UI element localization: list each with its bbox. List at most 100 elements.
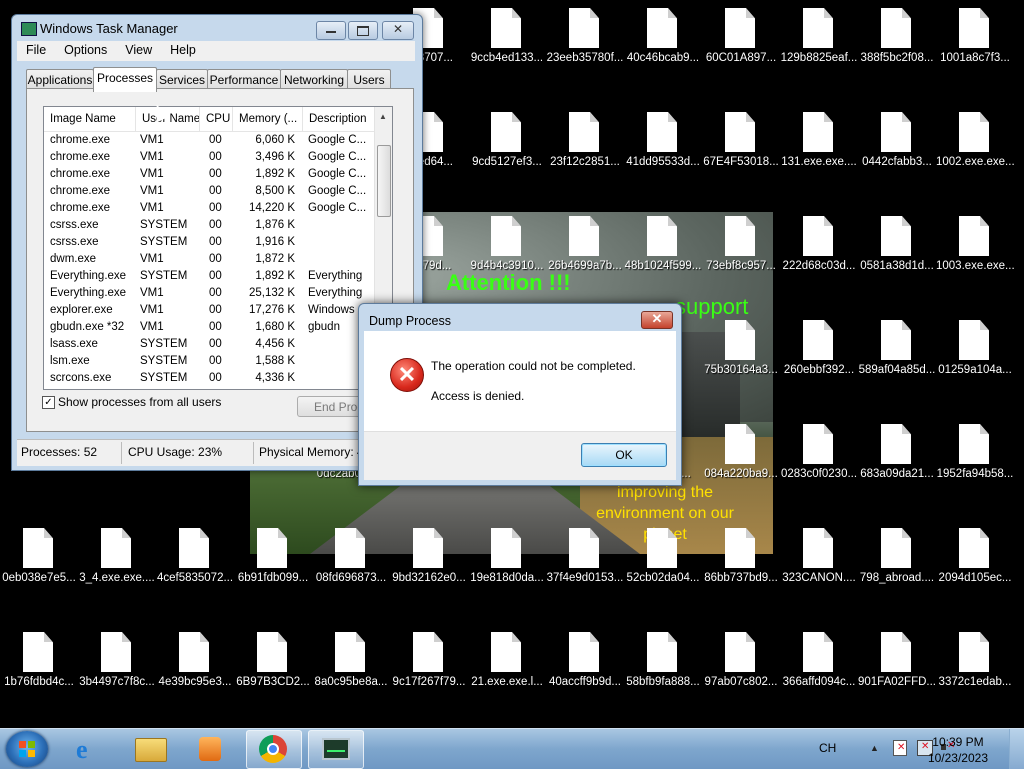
desktop-file[interactable]: 23eeb35780f... xyxy=(546,0,624,104)
dialog-close-button[interactable]: ✕ xyxy=(641,311,673,329)
scroll-up-icon[interactable]: ▲ xyxy=(379,112,387,121)
desktop-file[interactable]: 131.exe.exe.... xyxy=(780,104,858,208)
desktop-file[interactable]: 1952fa94b58... xyxy=(936,416,1014,520)
desktop-file[interactable]: 41dd95533d... xyxy=(624,104,702,208)
maximize-button[interactable] xyxy=(348,21,378,40)
desktop-file[interactable]: 6B97B3CD2... xyxy=(234,624,312,728)
desktop-file[interactable]: 4e39bc95e3... xyxy=(156,624,234,728)
menu-help[interactable]: Help xyxy=(161,41,205,57)
scrollbar-thumb[interactable] xyxy=(377,145,391,217)
process-list[interactable]: Image Name User Name CPU Memory (... Des… xyxy=(43,106,393,390)
desktop-file[interactable]: 86bb737bd9... xyxy=(702,520,780,624)
desktop-file[interactable]: 129b8825eaf... xyxy=(780,0,858,104)
menu-file[interactable]: File xyxy=(17,41,55,57)
desktop-file[interactable]: 9ccb4ed133... xyxy=(468,0,546,104)
desktop-file[interactable]: 21.exe.exe.l... xyxy=(468,624,546,728)
column-description[interactable]: Description xyxy=(303,107,380,131)
desktop-file[interactable]: 9d4b4c3910... xyxy=(468,208,546,312)
desktop-file[interactable]: 3_4.exe.exe.... xyxy=(78,520,156,624)
desktop-file[interactable]: 19e818d0da... xyxy=(468,520,546,624)
desktop-file[interactable]: 0581a38d1d... xyxy=(858,208,936,312)
desktop-file[interactable]: 260ebbf392... xyxy=(780,312,858,416)
show-hidden-icons[interactable]: ▲ xyxy=(870,743,879,753)
clock[interactable]: 10:39 PM 10/23/2023 xyxy=(928,734,988,766)
table-row[interactable]: csrss.exe SYSTEM 00 1,916 K xyxy=(44,234,380,251)
desktop-file[interactable]: 0283c0f0230... xyxy=(780,416,858,520)
table-row[interactable]: lsass.exe SYSTEM 00 4,456 K xyxy=(44,336,380,353)
desktop-file[interactable]: 08fd696873... xyxy=(312,520,390,624)
desktop-file[interactable]: 1b76fdbd4c... xyxy=(0,624,78,728)
desktop-file[interactable]: 40accff9b9d... xyxy=(546,624,624,728)
table-row[interactable]: explorer.exe VM1 00 17,276 K Windows ... xyxy=(44,302,380,319)
table-row[interactable]: chrome.exe VM1 00 8,500 K Google C... xyxy=(44,183,380,200)
desktop-file[interactable]: 084a220ba9... xyxy=(702,416,780,520)
taskbar-internet-explorer[interactable]: e xyxy=(62,730,116,767)
desktop-file[interactable]: 9bd32162e0... xyxy=(390,520,468,624)
table-row[interactable]: dwm.exe VM1 00 1,872 K xyxy=(44,251,380,268)
desktop-file[interactable]: 9cd5127ef3... xyxy=(468,104,546,208)
language-indicator[interactable]: CH xyxy=(819,741,836,755)
taskbar-media-player[interactable] xyxy=(184,730,238,767)
taskbar-explorer[interactable] xyxy=(124,730,178,767)
desktop-file[interactable]: 6b91fdb099... xyxy=(234,520,312,624)
desktop-file[interactable]: 60C01A897... xyxy=(702,0,780,104)
desktop-file[interactable]: 3b4497c7f8c... xyxy=(78,624,156,728)
desktop-file[interactable]: 67E4F53018... xyxy=(702,104,780,208)
desktop-file[interactable]: 4cef5835072... xyxy=(156,520,234,624)
column-cpu[interactable]: CPU xyxy=(200,107,233,131)
tab-processes[interactable]: Processes xyxy=(93,67,157,92)
table-row[interactable]: chrome.exe VM1 00 1,892 K Google C... xyxy=(44,166,380,183)
desktop-file[interactable]: 222d68c03d... xyxy=(780,208,858,312)
menu-view[interactable]: View xyxy=(116,41,161,57)
desktop-file[interactable]: 9c17f267f79... xyxy=(390,624,468,728)
show-desktop-button[interactable] xyxy=(1009,729,1024,769)
table-row[interactable]: scrcons.exe SYSTEM 00 4,336 K xyxy=(44,370,380,387)
desktop-file[interactable]: 2094d105ec... xyxy=(936,520,1014,624)
desktop-file[interactable]: 97ab07c802... xyxy=(702,624,780,728)
menu-options[interactable]: Options xyxy=(55,41,116,57)
column-image-name[interactable]: Image Name xyxy=(44,107,136,131)
table-row[interactable]: gbudn.exe *32 VM1 00 1,680 Kgbudn xyxy=(44,319,380,336)
desktop-file[interactable]: 23f12c2851... xyxy=(546,104,624,208)
table-row[interactable]: Everything.exe SYSTEM 00 1,892 K Everything xyxy=(44,268,380,285)
minimize-button[interactable] xyxy=(316,21,346,40)
ok-button[interactable]: OK xyxy=(581,443,667,467)
table-row[interactable]: chrome.exe VM1 00 6,060 K Google C... xyxy=(44,132,380,149)
desktop-file[interactable]: 01259a104a... xyxy=(936,312,1014,416)
desktop-file[interactable]: 589af04a85d... xyxy=(858,312,936,416)
desktop-file[interactable]: 26b4699a7b... xyxy=(546,208,624,312)
desktop-file[interactable]: 52cb02da04... xyxy=(624,520,702,624)
column-user-name[interactable]: User Name xyxy=(136,107,200,131)
desktop-file[interactable]: 1002.exe.exe... xyxy=(936,104,1014,208)
desktop-file[interactable]: 73ebf8c957... xyxy=(702,208,780,312)
desktop-file[interactable]: 0eb038e7e5... xyxy=(0,520,78,624)
table-row[interactable]: lsm.exe SYSTEM 00 1,588 K xyxy=(44,353,380,370)
show-all-users-checkbox[interactable]: ✓ xyxy=(42,396,55,409)
table-row[interactable]: Everything.exe VM1 00 25,132 K Everything xyxy=(44,285,380,302)
desktop-file[interactable]: 3372c1edab... xyxy=(936,624,1014,728)
action-center-icon[interactable]: ✕ xyxy=(893,740,907,756)
desktop-file[interactable]: 37f4e9d0153... xyxy=(546,520,624,624)
desktop-file[interactable]: 798_abroad.... xyxy=(858,520,936,624)
desktop-file[interactable]: 388f5bc2f08... xyxy=(858,0,936,104)
column-memory[interactable]: Memory (... xyxy=(233,107,303,131)
desktop-file[interactable]: 40c46bcab9... xyxy=(624,0,702,104)
desktop-file[interactable]: 323CANON.... xyxy=(780,520,858,624)
table-row[interactable]: chrome.exe VM1 00 14,220 K Google C... xyxy=(44,200,380,217)
desktop-file[interactable]: 901FA02FFD... xyxy=(858,624,936,728)
start-button[interactable] xyxy=(6,731,48,767)
close-button[interactable]: ✕ xyxy=(382,21,414,40)
desktop-file[interactable]: 75b30164a3... xyxy=(702,312,780,416)
desktop-file[interactable]: 58bfb9fa888... xyxy=(624,624,702,728)
taskbar-task-manager[interactable] xyxy=(308,730,364,769)
taskbar-chrome[interactable] xyxy=(246,730,302,769)
desktop-file[interactable]: 0442cfabb3... xyxy=(858,104,936,208)
desktop-file[interactable]: 366affd094c... xyxy=(780,624,858,728)
desktop-file[interactable]: 1003.exe.exe... xyxy=(936,208,1014,312)
table-row[interactable]: chrome.exe VM1 00 3,496 K Google C... xyxy=(44,149,380,166)
table-row[interactable]: csrss.exe SYSTEM 00 1,876 K xyxy=(44,217,380,234)
desktop-file[interactable]: 1001a8c7f3... xyxy=(936,0,1014,104)
desktop-file[interactable]: 8a0c95be8a... xyxy=(312,624,390,728)
desktop-file[interactable]: 48b1024f599... xyxy=(624,208,702,312)
desktop-file[interactable]: 683a09da21... xyxy=(858,416,936,520)
